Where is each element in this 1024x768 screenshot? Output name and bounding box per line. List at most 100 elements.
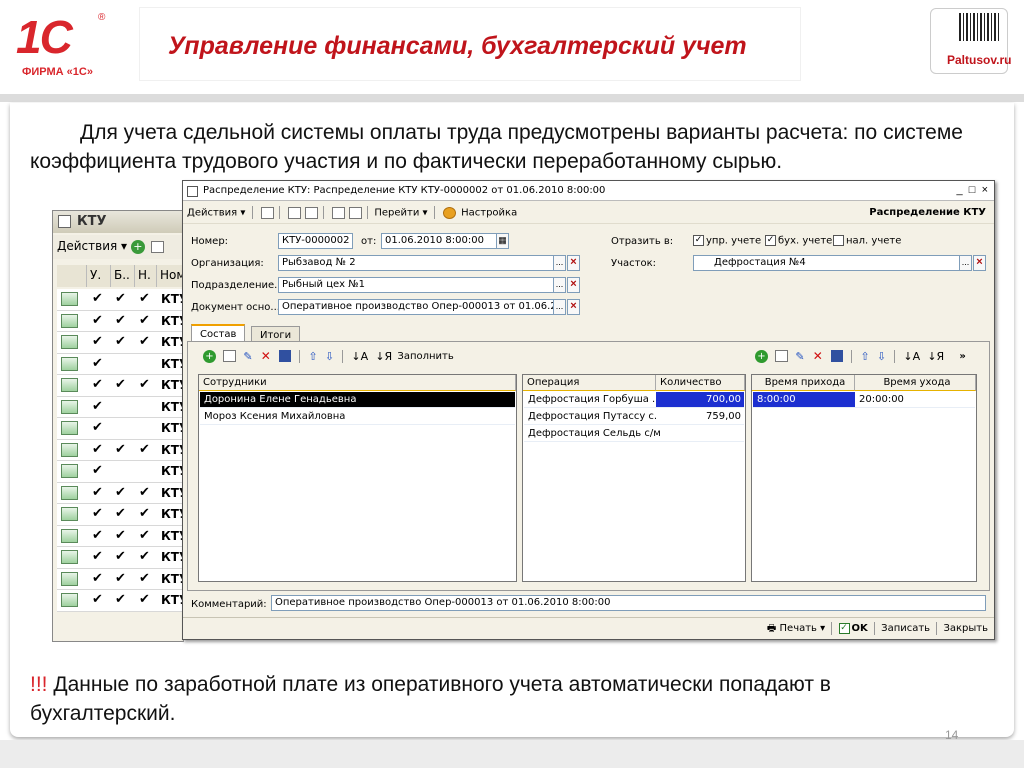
move-down-icon[interactable]: ⇩ — [877, 350, 886, 363]
reflect-upr-checkbox[interactable]: ✓ упр. учете — [693, 235, 761, 247]
dept-field[interactable]: Рыбный цех №1 — [278, 277, 554, 293]
help-icon[interactable] — [442, 206, 456, 219]
copy-icon[interactable] — [775, 350, 789, 362]
org-select-button[interactable]: ... — [553, 255, 566, 271]
doc-clear-icon[interactable]: × — [567, 299, 580, 315]
sort-desc-icon[interactable]: ↓Я — [927, 350, 944, 363]
dept-clear-icon[interactable]: × — [567, 277, 580, 293]
move-up-icon[interactable]: ⇧ — [308, 350, 317, 363]
list-col-b[interactable]: Б.. — [111, 265, 135, 287]
date-field[interactable]: 01.06.2010 8:00:00 — [381, 233, 497, 249]
times-col-in[interactable]: Время прихода — [752, 375, 855, 391]
checkmark-icon: ✔ — [115, 526, 126, 542]
edit-icon[interactable]: ✎ — [795, 350, 804, 363]
list-item[interactable]: ✔ ✔ ✔ КТУ — [57, 375, 188, 397]
operations-col-qty[interactable]: Количество — [656, 375, 745, 391]
site-field[interactable]: Дефростация №4 — [693, 255, 960, 271]
delete-icon[interactable]: ✕ — [261, 349, 271, 363]
reflect-buh-checkbox[interactable]: ✓ бух. учете — [765, 235, 832, 247]
list-item[interactable]: ✔ ✔ ✔ КТУ — [57, 590, 188, 612]
save-icon[interactable] — [279, 350, 292, 362]
print-icon[interactable]: 🖶 — [767, 623, 776, 634]
times-col-out[interactable]: Время ухода — [855, 375, 976, 391]
time-in-cell[interactable]: 8:00:00 — [753, 392, 855, 408]
calendar-icon[interactable]: ▦ — [496, 233, 509, 249]
site-select-button[interactable]: ... — [959, 255, 972, 271]
print-preview-icon[interactable] — [304, 206, 318, 219]
ok-button[interactable]: OK — [852, 623, 868, 634]
employee-row[interactable]: Мороз Ксения Михайловна — [200, 409, 515, 425]
copy-icon[interactable] — [150, 240, 164, 253]
list-item[interactable]: ✔ ✔ ✔ КТУ — [57, 525, 188, 547]
list-col-n[interactable]: Н. — [135, 265, 157, 287]
movements-icon[interactable] — [349, 206, 363, 219]
settings-button[interactable]: Настройка — [461, 208, 517, 219]
list-item[interactable]: ✔ ✔ ✔ КТУ — [57, 568, 188, 590]
list-item[interactable]: ✔ ✔ ✔ КТУ — [57, 310, 188, 332]
list-item[interactable]: ✔ ✔ ✔ КТУ — [57, 504, 188, 526]
list-item[interactable]: ✔ КТУ — [57, 353, 188, 375]
comment-field[interactable]: Оперативное производство Опер-000013 от … — [271, 595, 986, 611]
checkmark-icon: ✔ — [92, 333, 103, 348]
list-item[interactable]: ✔ ✔ ✔ КТУ — [57, 332, 188, 354]
list-item[interactable]: ✔ КТУ — [57, 396, 188, 418]
list-item[interactable]: ✔ ✔ ✔ КТУ — [57, 289, 188, 311]
add-icon[interactable]: + — [755, 349, 768, 363]
save-icon[interactable] — [831, 350, 844, 362]
sort-desc-icon[interactable]: ↓Я — [375, 350, 392, 363]
sort-asc-icon[interactable]: ↓A — [903, 350, 920, 363]
actions-menu[interactable]: Действия — [187, 208, 237, 219]
structure-icon[interactable] — [332, 206, 346, 219]
list-actions-menu[interactable]: Действия — [57, 239, 117, 253]
move-up-icon[interactable]: ⇧ — [860, 350, 869, 363]
doc-select-button[interactable]: ... — [553, 299, 566, 315]
operation-cell[interactable]: Дефростация Горбуша ... — [524, 392, 656, 408]
list-col-u[interactable]: У. — [87, 265, 111, 287]
move-down-icon[interactable]: ⇩ — [325, 350, 334, 363]
reflect-nal-checkbox[interactable]: нал. учете — [833, 235, 901, 247]
ktu-list-title: КТУ — [53, 211, 183, 233]
add-icon[interactable]: + — [203, 349, 216, 363]
operation-cell[interactable]: Дефростация Путассу с... — [524, 409, 656, 425]
close-button[interactable]: Закрыть — [943, 623, 988, 634]
org-field[interactable]: Рыбзавод № 2 — [278, 255, 554, 271]
list-item[interactable]: ✔ ✔ ✔ КТУ — [57, 482, 188, 504]
number-field[interactable]: КТУ-0000002 — [278, 233, 353, 249]
go-menu[interactable]: Перейти — [374, 208, 419, 219]
operations-col-op[interactable]: Операция — [523, 375, 656, 391]
edit-icon[interactable]: ✎ — [243, 350, 252, 363]
delete-icon[interactable]: ✕ — [813, 349, 823, 363]
tab-itogi[interactable]: Итоги — [251, 326, 301, 342]
operation-cell[interactable]: Дефростация Сельдь с/м — [524, 426, 744, 442]
close-icon[interactable]: × — [982, 184, 988, 196]
ok-icon[interactable]: ✓ — [838, 622, 850, 634]
list-item[interactable]: ✔ ✔ ✔ КТУ — [57, 439, 188, 461]
print-button[interactable]: Печать — [780, 623, 817, 634]
quantity-cell[interactable]: 700,00 — [656, 392, 744, 408]
list-item[interactable]: ✔ КТУ — [57, 418, 188, 440]
dept-select-button[interactable]: ... — [553, 277, 566, 293]
vertical-scrollbar[interactable] — [985, 371, 991, 581]
add-icon[interactable]: + — [130, 240, 145, 254]
sort-asc-icon[interactable]: ↓A — [351, 350, 368, 363]
document-icon — [61, 292, 78, 306]
time-out-cell[interactable]: 20:00:00 — [855, 392, 975, 408]
list-item[interactable]: ✔ ✔ ✔ КТУ — [57, 547, 188, 569]
list-col-num[interactable]: Ном — [157, 265, 185, 287]
save-button[interactable]: Записать — [881, 623, 930, 634]
more-icon[interactable]: » — [959, 351, 965, 362]
site-clear-icon[interactable]: × — [973, 255, 986, 271]
fill-button[interactable]: Заполнить — [397, 351, 453, 362]
copy-icon[interactable] — [223, 350, 237, 362]
maximize-icon[interactable]: □ — [969, 184, 976, 196]
doc-field[interactable]: Оперативное производство Опер-000013 от … — [278, 299, 554, 315]
quantity-cell[interactable]: 759,00 — [656, 409, 744, 425]
minimize-icon[interactable]: _ — [957, 184, 963, 196]
refresh-icon[interactable] — [287, 206, 301, 219]
post-icon[interactable] — [260, 206, 274, 219]
employees-col-header[interactable]: Сотрудники — [199, 375, 516, 391]
list-item[interactable]: ✔ КТУ — [57, 461, 188, 483]
org-clear-icon[interactable]: × — [567, 255, 580, 271]
employee-row[interactable]: Доронина Елене Генадьевна — [200, 392, 515, 408]
tab-sostav[interactable]: Состав — [191, 324, 246, 342]
